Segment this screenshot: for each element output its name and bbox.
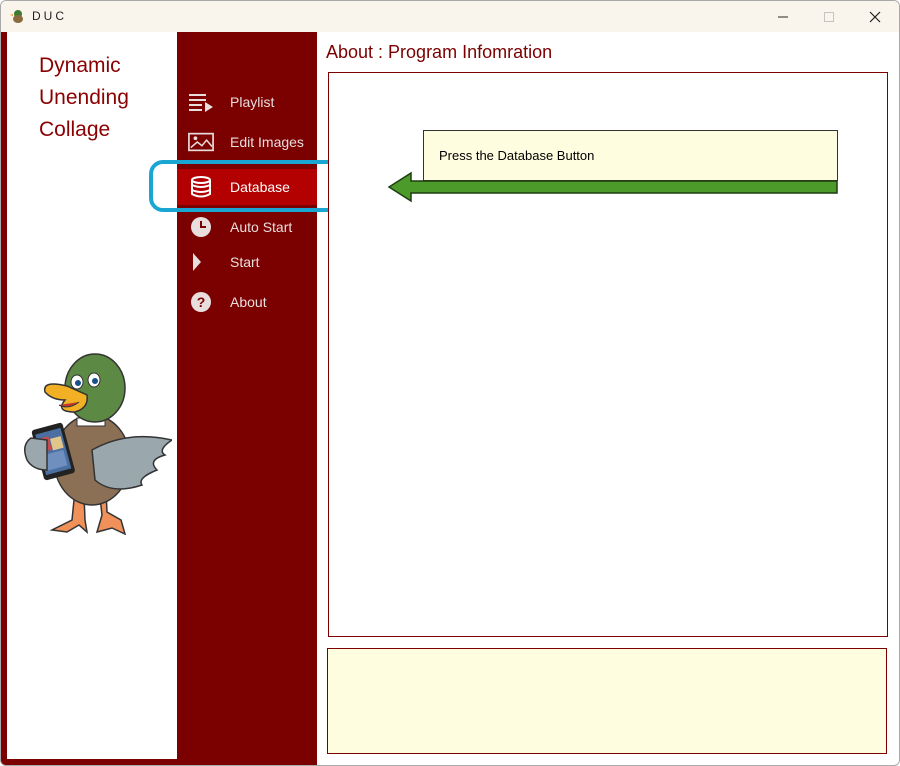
logo-panel: Dynamic Unending Collage [7, 38, 177, 759]
app-logo-text: Dynamic Unending Collage [39, 50, 129, 146]
page-title: About : Program Infomration [326, 42, 553, 62]
duck-mascot-illustration [24, 353, 172, 535]
app-window: DUC Dynamic Unending Collage Playlist Ed… [0, 0, 900, 766]
sidebar-item-start[interactable]: Start [177, 244, 317, 280]
info-panel [327, 648, 887, 754]
maximize-button[interactable] [806, 1, 852, 32]
sidebar-item-label: Playlist [230, 94, 275, 110]
sidebar-item-label: Auto Start [230, 219, 293, 235]
image-icon [188, 131, 214, 153]
window-title: DUC [32, 9, 67, 23]
logo-line: Dynamic [39, 54, 121, 77]
svg-text:?: ? [197, 294, 206, 310]
minimize-button[interactable] [760, 1, 806, 32]
sidebar-item-edit-images[interactable]: Edit Images [177, 124, 317, 160]
maximize-icon [824, 11, 834, 22]
left-arrow-icon [387, 171, 838, 203]
logo-line: Unending [39, 86, 129, 109]
sidebar-item-label: Start [230, 254, 260, 270]
playlist-icon [188, 91, 214, 113]
help-icon: ? [188, 291, 214, 313]
logo-line: Collage [39, 118, 111, 141]
sidebar-item-label: Edit Images [230, 134, 304, 150]
sidebar-item-about[interactable]: ? About [177, 284, 317, 320]
instruction-text: Press the Database Button [439, 148, 595, 163]
close-icon [869, 11, 881, 22]
play-icon [188, 251, 214, 273]
title-bar: DUC [1, 1, 899, 32]
sidebar-item-auto-start[interactable]: Auto Start [177, 209, 317, 245]
database-button-highlight [149, 160, 353, 212]
close-button[interactable] [852, 1, 898, 32]
clock-icon [188, 216, 214, 238]
sidebar-item-playlist[interactable]: Playlist [177, 84, 317, 120]
minimize-icon [778, 16, 788, 17]
sidebar-nav: Playlist Edit Images Database Auto Start… [177, 32, 317, 765]
duck-app-icon [10, 10, 23, 23]
sidebar-item-label: About [230, 294, 267, 310]
